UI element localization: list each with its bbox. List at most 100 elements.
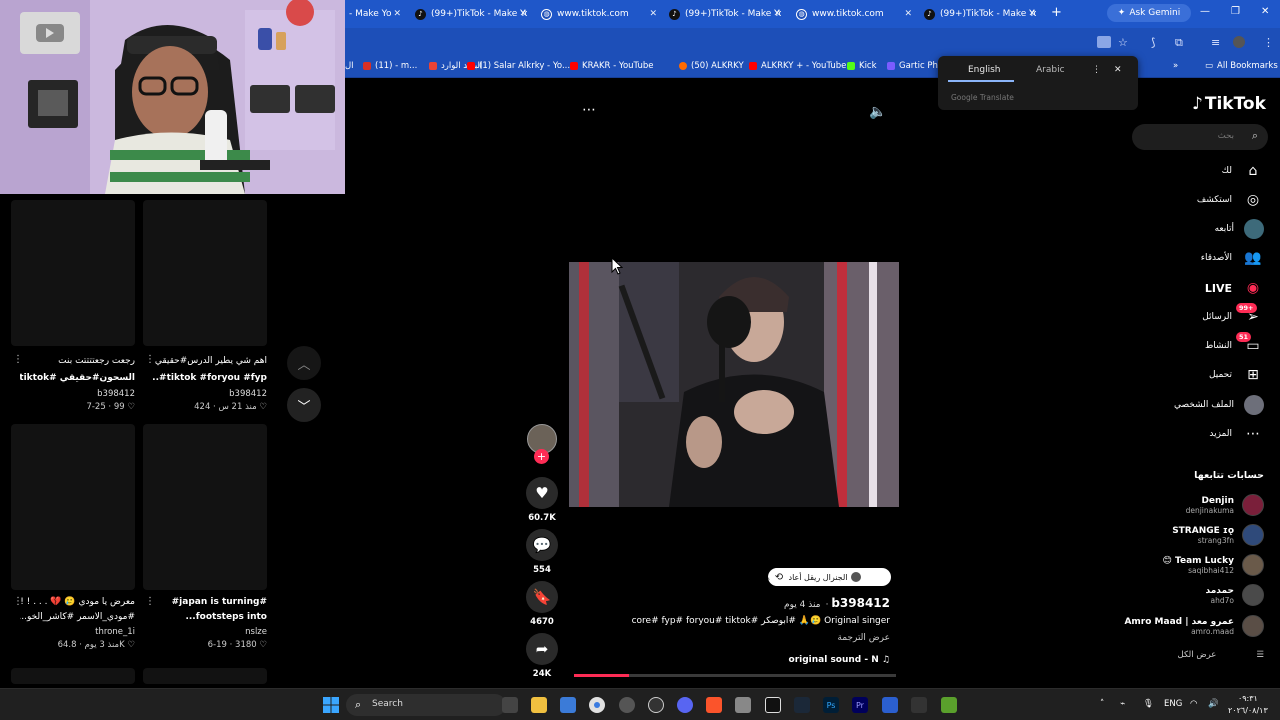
bookmark-item[interactable]: KRAKR - YouTube	[570, 61, 653, 71]
photoshop-icon[interactable]: Ps	[823, 697, 839, 713]
chevron-right-icon[interactable]: »	[1173, 61, 1178, 71]
sidebar-item[interactable]: النشاط ▭ 51	[1205, 332, 1264, 357]
close-icon[interactable]: ✕	[519, 9, 527, 19]
sidebar-item[interactable]: الملف الشخصي	[1174, 394, 1264, 416]
close-icon[interactable]: ✕	[904, 9, 912, 19]
video-card-title[interactable]: معرض يا مودي 🥲 💔 . . . ! !	[20, 595, 135, 610]
video-thumbnail[interactable]	[11, 424, 135, 590]
video-thumbnail[interactable]	[143, 668, 267, 684]
mic-icon[interactable]: 🎙	[1143, 699, 1154, 709]
share-icon[interactable]: ➦	[526, 633, 558, 665]
sidebar-item[interactable]: المزيد ⋯	[1209, 423, 1264, 445]
video-thumbnail[interactable]	[143, 424, 267, 590]
close-window-icon[interactable]: ✕	[1261, 6, 1269, 17]
following-account[interactable]: Denjin denjinakuma	[1186, 491, 1264, 519]
next-video-button[interactable]: ﹀	[287, 388, 321, 422]
bookmark-item[interactable]: Gartic Pho	[887, 61, 943, 71]
video-thumbnail[interactable]	[143, 200, 267, 346]
network-icon[interactable]: ⌁	[1120, 699, 1125, 709]
see-translation-link[interactable]: عرض الترجمة	[837, 633, 890, 643]
video-card-title[interactable]: رجعت رجعتتتتت بنت	[20, 354, 135, 369]
wifi-icon[interactable]: ◠	[1190, 699, 1197, 709]
browser-tab[interactable]: ♪ (99+)TikTok - Make Yo ✕	[415, 4, 527, 24]
following-account[interactable]: حمدمد ahd7o	[1206, 581, 1264, 609]
media-icon[interactable]: ≡	[1211, 36, 1220, 49]
video-card-title[interactable]: اهم شي يطير الدرس#حقيقي	[152, 354, 267, 369]
video-card-author[interactable]: throne_1i	[20, 627, 135, 637]
following-account[interactable]: 😊 Team Lucky saqibhai412	[1163, 551, 1264, 579]
browser-tab[interactable]: ◍ www.tiktok.com ✕	[796, 4, 912, 24]
profile-avatar-icon[interactable]	[1233, 36, 1245, 48]
video-card-title[interactable]: tiktok #foryou #fyp#...	[152, 371, 267, 386]
star-icon[interactable]: ☆	[1118, 36, 1128, 49]
more-options-icon[interactable]: ⋯	[582, 102, 596, 118]
video-card-author[interactable]: b398412	[152, 389, 267, 399]
browser-tab[interactable]: ◍ www.tiktok.com ✕	[541, 4, 657, 24]
close-icon[interactable]: ✕	[393, 9, 401, 19]
video-player[interactable]	[569, 262, 899, 507]
chrome-icon[interactable]	[589, 697, 605, 713]
bookmark-icon[interactable]: 🔖	[526, 581, 558, 613]
file-explorer-icon[interactable]	[531, 697, 547, 713]
browser-tab[interactable]: ♪ (99+)TikTok - Make Yo ✕	[924, 4, 1036, 24]
see-all-link[interactable]: ☰ عرض الكل	[1178, 650, 1264, 660]
bookmark-item[interactable]: Kick	[847, 61, 877, 71]
puzzle-icon[interactable]: ⧉	[1175, 36, 1183, 50]
sidebar-item[interactable]: LIVE ◉	[1205, 277, 1264, 299]
volume-icon[interactable]: 🔈	[869, 104, 886, 120]
video-thumbnail[interactable]	[11, 668, 135, 684]
all-bookmarks-button[interactable]: ▭ All Bookmarks	[1205, 61, 1278, 71]
premiere-icon[interactable]: Pr	[852, 697, 868, 713]
video-thumbnail[interactable]	[11, 200, 135, 346]
store-icon[interactable]	[560, 697, 576, 713]
task-view-icon[interactable]	[502, 697, 518, 713]
share-action[interactable]: ➦ 24K	[526, 633, 558, 679]
sidebar-item[interactable]: تحميل ⊞	[1209, 364, 1264, 386]
brave-icon[interactable]	[706, 697, 722, 713]
sidebar-item[interactable]: لك ⌂	[1222, 160, 1264, 182]
translate-icon[interactable]	[1097, 36, 1111, 48]
video-progress-bar[interactable]	[574, 674, 896, 677]
maximize-icon[interactable]: ❐	[1231, 6, 1240, 17]
minecraft-icon[interactable]	[941, 697, 957, 713]
input-language[interactable]: ENG	[1164, 699, 1182, 709]
close-icon[interactable]: ✕	[773, 9, 781, 19]
app-icon[interactable]	[882, 697, 898, 713]
video-card-author[interactable]: b398412	[20, 389, 135, 399]
app-icon[interactable]	[619, 697, 635, 713]
tiktok-logo[interactable]: ♪ TikTok	[1192, 94, 1266, 114]
sidebar-item[interactable]: أتابعه	[1215, 218, 1264, 240]
minimize-icon[interactable]: —	[1200, 6, 1210, 17]
video-card-title[interactable]: السحون#حقيقي #tiktok...	[20, 371, 135, 386]
video-card-author[interactable]: nslze	[152, 627, 267, 637]
browser-tab[interactable]: - Make Yo ✕	[349, 4, 401, 24]
browser-tab[interactable]: ♪ (99+)TikTok - Make Yo ✕	[669, 4, 781, 24]
discord-icon[interactable]	[677, 697, 693, 713]
sidebar-item[interactable]: استكشف ◎	[1197, 189, 1264, 211]
app-icon[interactable]	[735, 697, 751, 713]
video-card-title[interactable]: footsteps into...	[152, 610, 267, 625]
close-icon[interactable]: ✕	[649, 9, 657, 19]
extension-icon[interactable]: ⟆	[1151, 36, 1155, 49]
sidebar-item[interactable]: الأصدقاء 👥	[1201, 247, 1264, 269]
bookmark-item[interactable]: (50) ALKRKY	[679, 61, 744, 71]
capcut-icon[interactable]	[765, 697, 781, 713]
taskbar-clock[interactable]: ٠٩:٣١ ٢٠٢٦/٠٨/١٣	[1228, 693, 1268, 717]
following-account[interactable]: STRANGE ɪǫ strang3fn	[1172, 521, 1264, 549]
comment-action[interactable]: 💬 554	[526, 529, 558, 575]
windows-start-icon[interactable]	[323, 697, 339, 713]
follow-plus-icon[interactable]: +	[534, 449, 549, 464]
video-card-title[interactable]: #japan is turning#	[152, 595, 267, 610]
chevron-up-icon[interactable]: ˄	[1100, 699, 1104, 709]
search-input[interactable]: بحث ⌕	[1132, 124, 1268, 150]
save-action[interactable]: 🔖 4670	[526, 581, 558, 627]
comment-icon[interactable]: 💬	[526, 529, 558, 561]
bookmark-item[interactable]: (1) Salar Alkrky - Yo...	[467, 61, 570, 71]
lang-arabic-tab[interactable]: Arabic	[1036, 65, 1065, 75]
heart-icon[interactable]: ♥	[526, 477, 558, 509]
bookmark-item[interactable]: (11) - m...	[363, 61, 417, 71]
sound-line[interactable]: original sound - N ♫	[789, 655, 890, 665]
search-icon[interactable]: ⌕	[1252, 129, 1258, 143]
previous-video-button[interactable]: ︿	[287, 346, 321, 380]
close-icon[interactable]: ✕	[1114, 65, 1122, 75]
